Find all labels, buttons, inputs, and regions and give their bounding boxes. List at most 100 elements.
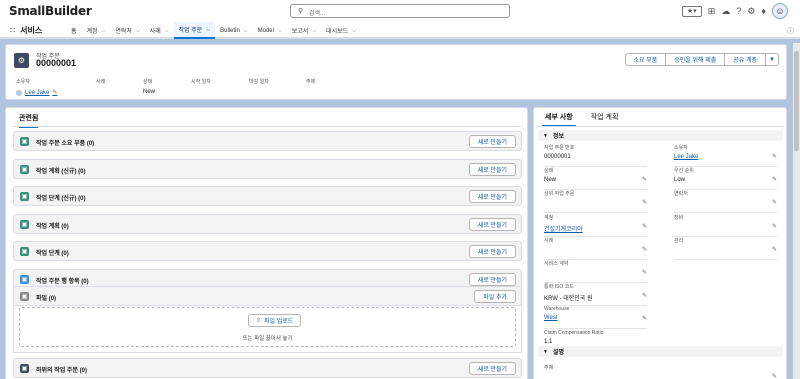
field-subject: 주제 ✎ xyxy=(544,364,777,379)
upload-icon: ⇧ xyxy=(256,318,262,324)
app-nav: ∷ 서비스 홈 계정 ⌵ 연락처 ⌵ 사례 ⌵ 작업 주문 ⌵ Bulletin ⌵ Model ⌵ 보고… xyxy=(0,22,800,39)
bell-icon[interactable]: ♦ xyxy=(761,6,766,16)
field-link[interactable]: 건설기계코리아 xyxy=(544,224,647,233)
related-list-title[interactable]: 하위의 작업 주문 (0) xyxy=(36,365,87,374)
chevron-down-icon[interactable]: ⌵ xyxy=(165,28,169,34)
edit-pencil-icon[interactable]: ✎ xyxy=(772,199,777,206)
help-icon[interactable]: ? xyxy=(736,6,741,16)
header-actions: 소요 부품 승인을 위해 제출 공유 계층 ▼ xyxy=(624,53,779,66)
more-actions-button[interactable]: ▼ xyxy=(765,53,779,66)
global-search[interactable]: ⚲ 검색... xyxy=(290,4,510,18)
nav-tab-label: 사례 xyxy=(149,29,161,35)
nav-tab[interactable]: 사례 ⌵ xyxy=(145,22,174,39)
related-list-button[interactable]: 새로 만들기 xyxy=(468,162,516,176)
edit-pencil-icon[interactable]: ✎ xyxy=(642,269,647,276)
related-list-title[interactable]: 작업 주문 행 항목 (0) xyxy=(36,276,89,285)
related-list-button[interactable]: 새로 만들기 xyxy=(468,272,516,286)
products-required-button[interactable]: 소요 부품 xyxy=(624,53,667,66)
section-info-header[interactable]: ▼ 정보 xyxy=(538,130,783,141)
related-list-title[interactable]: 작업 계획 (신규) (0) xyxy=(36,166,85,175)
detail-field: 서비스 계약 ✎ xyxy=(544,260,647,283)
related-list-title[interactable]: 작업 단계 (0) xyxy=(36,248,69,257)
chevron-down-icon[interactable]: ⌵ xyxy=(136,28,140,34)
global-header: SmallBuilder ⚲ 검색... ★▾ ⊞ ☁ ? ⚙ ♦ ☺ xyxy=(0,0,800,22)
upload-files-button[interactable]: ⇧ 파일 업로드 xyxy=(248,314,302,327)
nav-tab[interactable]: Bulletin ⌵ xyxy=(215,22,252,39)
add-icon[interactable]: ⊞ xyxy=(708,6,716,17)
field-value xyxy=(544,270,647,276)
page-scrollbar[interactable] xyxy=(793,43,800,379)
chevron-down-icon[interactable]: ⌵ xyxy=(206,27,210,33)
related-list-button[interactable]: 새로 만들기 xyxy=(468,190,516,203)
edit-pencil-icon[interactable]: ✎ xyxy=(772,373,777,379)
related-list-header: ▣ 작업 주문 소요 부품 (0) 새로 만들기 xyxy=(13,131,522,151)
related-list-button[interactable]: 파일 추가 xyxy=(474,290,516,303)
field-value: Low xyxy=(674,177,686,184)
chevron-down-icon[interactable]: ⌵ xyxy=(352,28,356,34)
edit-pencil-icon[interactable]: ✎ xyxy=(642,176,647,183)
related-list-title[interactable]: 작업 주문 소요 부품 (0) xyxy=(36,138,94,147)
tab-divider xyxy=(12,126,522,127)
change-owner-icon[interactable]: ✎ xyxy=(52,89,57,96)
nav-tab[interactable]: 연락처 ⌵ xyxy=(110,22,144,39)
highlight-label: 마감 일자 xyxy=(249,79,269,85)
chevron-down-icon[interactable]: ⌵ xyxy=(278,28,282,34)
edit-pencil-icon[interactable]: ✎ xyxy=(642,246,647,253)
app-launcher[interactable]: ∷ 서비스 xyxy=(10,25,42,36)
related-list-button[interactable]: 새로 만들기 xyxy=(468,217,516,231)
related-list-button[interactable]: 새로 만들기 xyxy=(468,362,516,375)
app-launcher-icon[interactable]: ∷ xyxy=(10,26,15,35)
chevron-down-icon[interactable]: ⌵ xyxy=(244,28,248,34)
edit-pencil-icon[interactable]: ✎ xyxy=(772,246,777,253)
field-link[interactable]: West xyxy=(544,315,647,321)
tab-work-plan[interactable]: 작업 계획 xyxy=(588,112,622,127)
nav-tab[interactable]: 홈 xyxy=(66,22,82,39)
avatar[interactable]: ☺ xyxy=(772,3,788,19)
nav-tab[interactable]: 작업 주문 ⌵ xyxy=(173,22,216,39)
related-list-icon: ▣ xyxy=(20,164,29,174)
field-value: 1.1 xyxy=(544,338,553,345)
info-icon[interactable]: ⓘ xyxy=(787,26,794,36)
edit-pencil-icon[interactable]: ✎ xyxy=(642,223,647,230)
tab-details[interactable]: 세부 사항 xyxy=(542,112,576,127)
edit-pencil-icon[interactable]: ✎ xyxy=(772,153,777,160)
edit-pencil-icon[interactable]: ✎ xyxy=(772,223,777,230)
edit-pencil-icon[interactable]: ✎ xyxy=(642,292,647,299)
chevron-down-icon[interactable]: ⌵ xyxy=(312,28,316,34)
nav-tab[interactable]: 계정 ⌵ xyxy=(82,22,111,39)
related-list-title[interactable]: 작업 단계 (신규) (0) xyxy=(36,193,85,202)
nav-tab[interactable]: 대시보드 ⌵ xyxy=(321,22,361,39)
related-list-button[interactable]: 새로 만들기 xyxy=(468,245,516,258)
favorites-icon[interactable]: ★▾ xyxy=(681,5,702,17)
scrollbar-thumb[interactable] xyxy=(794,51,799,151)
detail-field: 통화 ISO 코드 KRW - 대한민국 원 ✎ xyxy=(544,283,647,307)
chevron-down-icon: ▼ xyxy=(543,348,548,355)
related-list-title[interactable]: 작업 계획 (0) xyxy=(36,221,69,230)
owner-link[interactable]: Lee Jake ✎ xyxy=(16,89,57,96)
edit-pencil-icon[interactable]: ✎ xyxy=(642,315,647,322)
detail-field: 작업 주문 번호 00000001 xyxy=(544,144,647,167)
nav-tab[interactable]: Model ⌵ xyxy=(253,22,287,39)
field-divider xyxy=(674,258,777,260)
related-list-icon: ▣ xyxy=(20,137,29,146)
section-description-header[interactable]: ▼ 설명 xyxy=(538,346,783,357)
submit-approval-button[interactable]: 승인을 위해 제출 xyxy=(665,53,726,66)
file-dropzone[interactable]: ⇧ 파일 업로드 또는 파일 끌어서 놓기 xyxy=(19,307,516,347)
chevron-down-icon[interactable]: ⌵ xyxy=(102,28,106,34)
highlight-label: 시작 일자 xyxy=(191,79,211,85)
related-list-button[interactable]: 새로 만들기 xyxy=(468,135,516,148)
nav-tab-label: Model xyxy=(257,27,274,34)
trailhead-icon[interactable]: ☁ xyxy=(721,6,730,17)
field-value: KRW - 대한민국 원 xyxy=(544,296,593,303)
related-list-title[interactable]: 파일 (0) xyxy=(36,293,56,302)
edit-pencil-icon[interactable]: ✎ xyxy=(642,199,647,206)
edit-pencil-icon[interactable]: ✎ xyxy=(772,176,777,183)
nav-tabs: 홈 계정 ⌵ 연락처 ⌵ 사례 ⌵ 작업 주문 ⌵ Bulletin ⌵ Model ⌵ 보고서 ⌵ 대시보드… xyxy=(66,22,361,39)
related-list-header: ▣ 작업 단계 (0) 새로 만들기 xyxy=(13,241,522,261)
nav-tab[interactable]: 보고서 ⌵ xyxy=(287,22,321,39)
field-link[interactable]: Lee Jake xyxy=(674,154,777,160)
gear-icon[interactable]: ⚙ xyxy=(747,6,755,17)
related-list-header: ▣ 작업 계획 (0) 새로 만들기 xyxy=(13,213,522,234)
owner-name[interactable]: Lee Jake xyxy=(25,90,49,96)
sharing-hierarchy-button[interactable]: 공유 계층 xyxy=(724,53,766,66)
